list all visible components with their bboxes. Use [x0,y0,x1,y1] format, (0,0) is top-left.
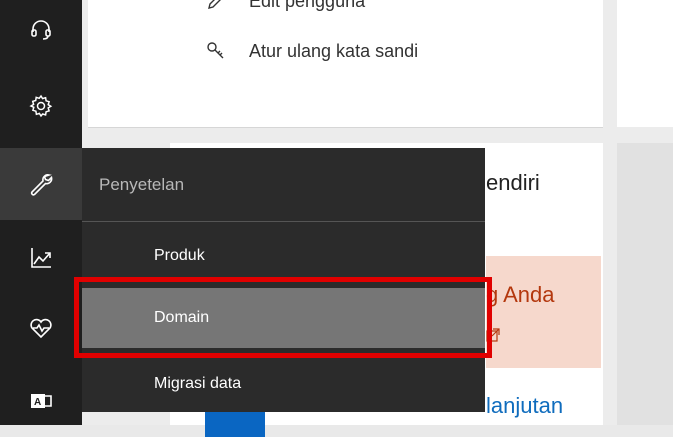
right-card-mid [617,143,673,425]
nav-settings-button[interactable] [0,74,82,138]
reset-password-link[interactable]: Atur ulang kata sandi [205,40,418,62]
wrench-icon [30,174,53,196]
gear-icon [29,94,53,118]
promo-text[interactable]: g Anda [486,282,555,308]
menu-item-products[interactable]: Produk [82,228,485,284]
svg-text:A: A [34,397,41,408]
training-link[interactable]: lanjutan [486,393,563,419]
reset-password-label: Atur ulang kata sandi [249,40,419,61]
edit-user-link[interactable]: Edit pengguna [205,0,365,12]
pencil-icon [208,0,221,9]
chart-line-icon [31,248,51,268]
heart-pulse-icon [30,318,52,339]
edit-user-label: Edit pengguna [249,0,366,11]
exchange-icon: A [31,393,52,408]
nav-health-button[interactable] [0,296,82,360]
flyout-header: Penyetelan [82,148,485,222]
annotation-highlight-box [74,277,492,358]
menu-item-data-migration[interactable]: Migrasi data [82,356,485,412]
nav-support-button[interactable] [0,0,82,60]
nav-exchange-button[interactable]: A [0,372,82,425]
promo-banner[interactable] [486,256,601,368]
user-actions-card [88,0,603,128]
headset-icon [31,20,51,40]
card-title: endiri [486,170,540,195]
right-card-top [617,0,673,127]
key-icon [207,42,224,59]
nav-reports-button[interactable] [0,226,82,290]
left-nav-rail: A [0,0,82,425]
nav-setup-button[interactable] [0,148,82,220]
